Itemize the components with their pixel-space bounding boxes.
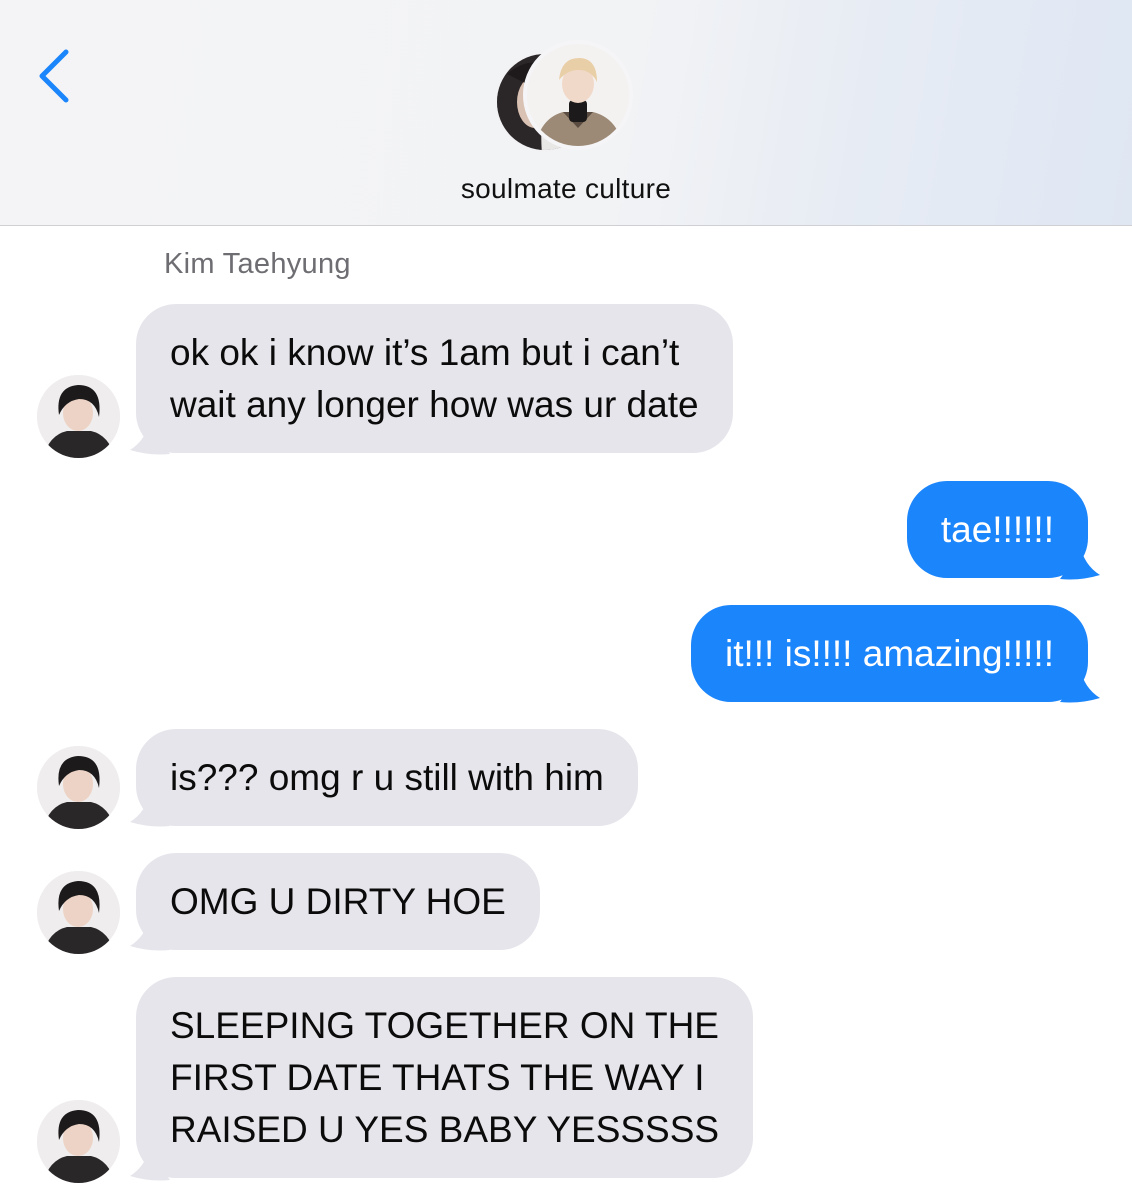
back-button[interactable] bbox=[30, 44, 78, 108]
chevron-left-icon bbox=[39, 49, 69, 103]
conversation-header: soulmate culture bbox=[0, 0, 1132, 226]
incoming-message[interactable]: OMG U DIRTY HOE bbox=[136, 853, 540, 950]
incoming-message[interactable]: ok ok i know it’s 1am but i can’t wait a… bbox=[136, 304, 733, 453]
member-avatar-front bbox=[523, 40, 633, 150]
message-line: RAISED U YES BABY YESSSSS bbox=[170, 1109, 720, 1150]
incoming-message[interactable]: SLEEPING TOGETHER ON THE FIRST DATE THAT… bbox=[136, 977, 754, 1178]
incoming-message[interactable]: is??? omg r u still with him bbox=[136, 729, 638, 826]
messages-screen: soulmate culture Kim Taehyung ok ok i kn… bbox=[0, 0, 1132, 1200]
contact-avatar[interactable] bbox=[37, 871, 120, 954]
message-line: OMG U DIRTY HOE bbox=[170, 881, 506, 922]
message-line: tae!!!!!! bbox=[940, 509, 1054, 550]
contact-avatar[interactable] bbox=[37, 1100, 120, 1183]
contact-avatar[interactable] bbox=[37, 746, 120, 829]
sender-name: Kim Taehyung bbox=[164, 248, 351, 280]
message-line: SLEEPING TOGETHER ON THE bbox=[170, 1005, 719, 1046]
message-line: wait any longer how was ur date bbox=[170, 384, 699, 425]
message-line: is??? omg r u still with him bbox=[170, 757, 604, 798]
conversation-title[interactable]: soulmate culture bbox=[0, 173, 1132, 205]
message-line: FIRST DATE THATS THE WAY I bbox=[170, 1057, 705, 1098]
outgoing-message[interactable]: it!!! is!!!! amazing!!!!! bbox=[691, 605, 1088, 702]
outgoing-message[interactable]: tae!!!!!! bbox=[906, 481, 1088, 578]
message-line: ok ok i know it’s 1am but i can’t bbox=[170, 332, 680, 373]
group-avatar[interactable] bbox=[495, 40, 640, 158]
contact-avatar[interactable] bbox=[37, 375, 120, 458]
message-line: it!!! is!!!! amazing!!!!! bbox=[725, 633, 1054, 674]
